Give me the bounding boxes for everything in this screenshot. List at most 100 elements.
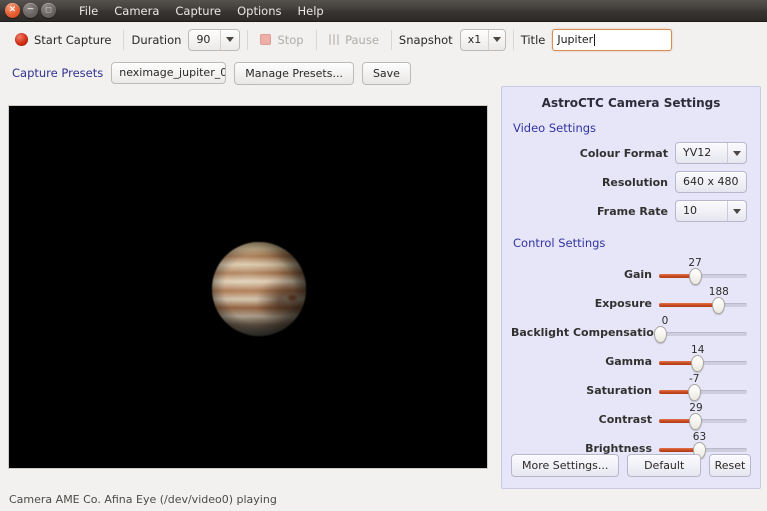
manage-presets-button[interactable]: Manage Presets...	[234, 62, 354, 85]
title-input[interactable]: Jupiter	[552, 29, 672, 51]
jupiter-dark-spot	[288, 295, 297, 301]
jupiter-planet-image	[212, 242, 306, 336]
control-settings-heading: Control Settings	[513, 236, 751, 250]
slider-label: Gamma	[511, 355, 659, 370]
status-bar: Camera AME Co. Afina Eye (/dev/video0) p…	[0, 487, 767, 511]
colour-format-row: Colour Format YV12	[511, 142, 751, 164]
close-icon[interactable]: ×	[5, 3, 20, 18]
slider-row: Gain27	[511, 257, 747, 283]
toolbar-separator-1	[123, 30, 124, 50]
pause-button: Pause	[324, 30, 384, 50]
toolbar-separator-2	[247, 30, 248, 50]
slider-track[interactable]	[659, 332, 747, 336]
slider-label: Backlight Compensation	[511, 326, 659, 341]
toolbar-separator-3	[316, 30, 317, 50]
title-label: Title	[521, 33, 546, 47]
save-preset-button[interactable]: Save	[362, 62, 411, 85]
slider-block: Exposure188	[511, 286, 751, 312]
presets-toolbar: Capture Presets neximage_jupiter_01 Mana…	[0, 59, 767, 87]
menu-options[interactable]: Options	[229, 2, 289, 20]
slider-control[interactable]: 188	[659, 286, 747, 312]
slider-label: Saturation	[511, 384, 659, 399]
menu-camera[interactable]: Camera	[106, 2, 167, 20]
duration-value: 90	[189, 30, 220, 50]
slider-handle[interactable]	[712, 297, 725, 314]
toolbar-separator-4	[391, 30, 392, 50]
slider-handle[interactable]	[689, 413, 702, 430]
chevron-down-icon[interactable]	[728, 143, 746, 163]
frame-rate-dropdown[interactable]: 10	[675, 200, 747, 222]
slider-handle[interactable]	[689, 268, 702, 285]
menu-help[interactable]: Help	[290, 2, 332, 20]
close-glyph: ×	[9, 6, 17, 15]
slider-block: Contrast29	[511, 402, 751, 428]
slider-row: Backlight Compensation0	[511, 315, 747, 341]
resolution-row: Resolution 640 x 480	[511, 171, 751, 193]
chevron-down-icon[interactable]	[221, 30, 239, 50]
slider-handle[interactable]	[691, 355, 704, 372]
colour-format-value: YV12	[676, 143, 727, 163]
settings-panel-title: AstroCTC Camera Settings	[511, 96, 751, 110]
toolbar-separator-5	[513, 30, 514, 50]
colour-format-dropdown[interactable]: YV12	[675, 142, 747, 164]
preset-dropdown[interactable]: neximage_jupiter_01	[111, 62, 226, 84]
slider-control[interactable]: -7	[659, 373, 747, 399]
slider-control[interactable]: 29	[659, 402, 747, 428]
maximize-icon[interactable]: □	[41, 3, 56, 18]
menu-file[interactable]: File	[71, 2, 106, 20]
minimize-icon[interactable]: −	[23, 3, 38, 18]
window-titlebar: × − □ File Camera Capture Options Help	[0, 0, 767, 22]
slider-row: Saturation-7	[511, 373, 747, 399]
slider-block: Gamma14	[511, 344, 751, 370]
preset-selected-value: neximage_jupiter_01	[112, 63, 226, 83]
start-capture-button[interactable]: Start Capture	[10, 30, 116, 50]
chevron-down-icon[interactable]	[746, 172, 748, 192]
slider-control[interactable]: 14	[659, 344, 747, 370]
frame-rate-row: Frame Rate 10	[511, 200, 751, 222]
slider-block: Gain27	[511, 257, 751, 283]
resolution-value: 640 x 480	[676, 172, 746, 192]
slider-handle[interactable]	[688, 384, 701, 401]
maximize-glyph: □	[45, 7, 52, 14]
resolution-dropdown[interactable]: 640 x 480	[675, 171, 747, 193]
chevron-down-icon[interactable]	[728, 201, 746, 221]
camera-settings-panel: AstroCTC Camera Settings Video Settings …	[501, 86, 761, 489]
stop-icon	[260, 34, 271, 45]
duration-dropdown[interactable]: 90	[188, 29, 240, 51]
snapshot-dropdown[interactable]: x1	[460, 29, 506, 51]
duration-label: Duration	[131, 33, 181, 47]
record-icon	[15, 33, 28, 46]
control-sliders: Gain27Exposure188Backlight Compensation0…	[511, 257, 751, 457]
colour-format-label: Colour Format	[580, 147, 668, 160]
menubar: File Camera Capture Options Help	[71, 2, 332, 20]
resolution-label: Resolution	[602, 176, 668, 189]
video-preview[interactable]	[8, 105, 488, 469]
frame-rate-label: Frame Rate	[597, 205, 668, 218]
slider-label: Contrast	[511, 413, 659, 428]
stop-label: Stop	[277, 33, 303, 47]
slider-handle[interactable]	[654, 326, 667, 343]
slider-row: Gamma14	[511, 344, 747, 370]
slider-label: Exposure	[511, 297, 659, 312]
status-text: Camera AME Co. Afina Eye (/dev/video0) p…	[9, 493, 277, 506]
snapshot-value: x1	[461, 30, 489, 50]
menu-capture[interactable]: Capture	[167, 2, 229, 20]
jupiter-shading	[212, 242, 306, 336]
slider-control[interactable]: 0	[659, 315, 747, 341]
title-input-value: Jupiter	[557, 33, 593, 46]
frame-rate-value: 10	[676, 201, 727, 221]
capture-toolbar: Start Capture Duration 90 Stop Pause Sna…	[0, 23, 767, 56]
default-button[interactable]: Default	[627, 454, 701, 477]
slider-row: Exposure188	[511, 286, 747, 312]
slider-control[interactable]: 27	[659, 257, 747, 283]
chevron-down-icon[interactable]	[489, 30, 505, 50]
slider-block: Saturation-7	[511, 373, 751, 399]
reset-button[interactable]: Reset	[709, 454, 751, 477]
text-caret	[594, 34, 595, 46]
window-controls: × − □	[0, 3, 56, 18]
panel-button-row: More Settings... Default Reset	[511, 454, 751, 477]
start-capture-label: Start Capture	[34, 33, 111, 47]
slider-block: Backlight Compensation0	[511, 315, 751, 341]
minimize-glyph: −	[27, 6, 35, 15]
more-settings-button[interactable]: More Settings...	[511, 454, 619, 477]
